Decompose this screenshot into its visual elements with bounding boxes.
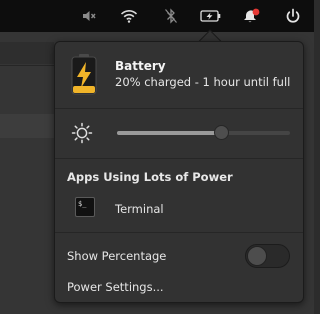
separator	[55, 232, 303, 233]
app-name: Terminal	[115, 202, 164, 216]
brightness-slider-handle[interactable]	[213, 125, 229, 140]
show-percentage-toggle[interactable]	[245, 244, 290, 268]
show-percentage-label: Show Percentage	[67, 249, 167, 263]
battery-indicator[interactable]	[197, 5, 225, 27]
battery-status-text: 20% charged - 1 hour until full	[115, 75, 291, 89]
battery-charging-icon	[200, 10, 221, 22]
notifications-indicator[interactable]	[237, 5, 265, 27]
toggle-knob	[247, 246, 267, 266]
brightness-slider[interactable]	[117, 125, 290, 140]
brightness-icon	[71, 122, 93, 144]
power-indicator[interactable]	[279, 5, 307, 27]
apps-power-heading: Apps Using Lots of Power	[67, 170, 233, 184]
battery-status-row[interactable]: Battery 20% charged - 1 hour until full	[55, 50, 303, 102]
battery-title: Battery	[115, 59, 166, 73]
wifi-indicator[interactable]	[115, 5, 143, 27]
power-icon	[286, 8, 300, 23]
background-divider	[0, 65, 54, 66]
show-percentage-row[interactable]: Show Percentage	[55, 241, 303, 271]
brightness-slider-fill	[117, 131, 221, 135]
power-settings-label: Power Settings...	[67, 280, 164, 294]
notifications-icon	[244, 8, 260, 22]
volume-indicator[interactable]	[75, 5, 103, 27]
terminal-prompt-glyph: $_	[78, 200, 87, 208]
wifi-icon	[120, 10, 138, 23]
background-toolbar	[0, 42, 54, 64]
power-menu-popover: Battery 20% charged - 1 hour until full …	[54, 41, 304, 303]
battery-charging-large-icon	[71, 54, 97, 95]
separator	[55, 108, 303, 109]
bluetooth-indicator[interactable]	[157, 5, 185, 27]
list-item-terminal[interactable]: $_ Terminal	[55, 194, 303, 222]
bluetooth-disabled-icon	[165, 8, 177, 24]
terminal-app-icon: $_	[75, 197, 95, 217]
brightness-row	[55, 112, 303, 152]
power-settings-menu-item[interactable]: Power Settings...	[55, 273, 303, 301]
background-selected-row	[0, 114, 54, 138]
separator	[55, 158, 303, 159]
top-panel	[0, 0, 314, 32]
volume-muted-icon	[83, 11, 96, 21]
